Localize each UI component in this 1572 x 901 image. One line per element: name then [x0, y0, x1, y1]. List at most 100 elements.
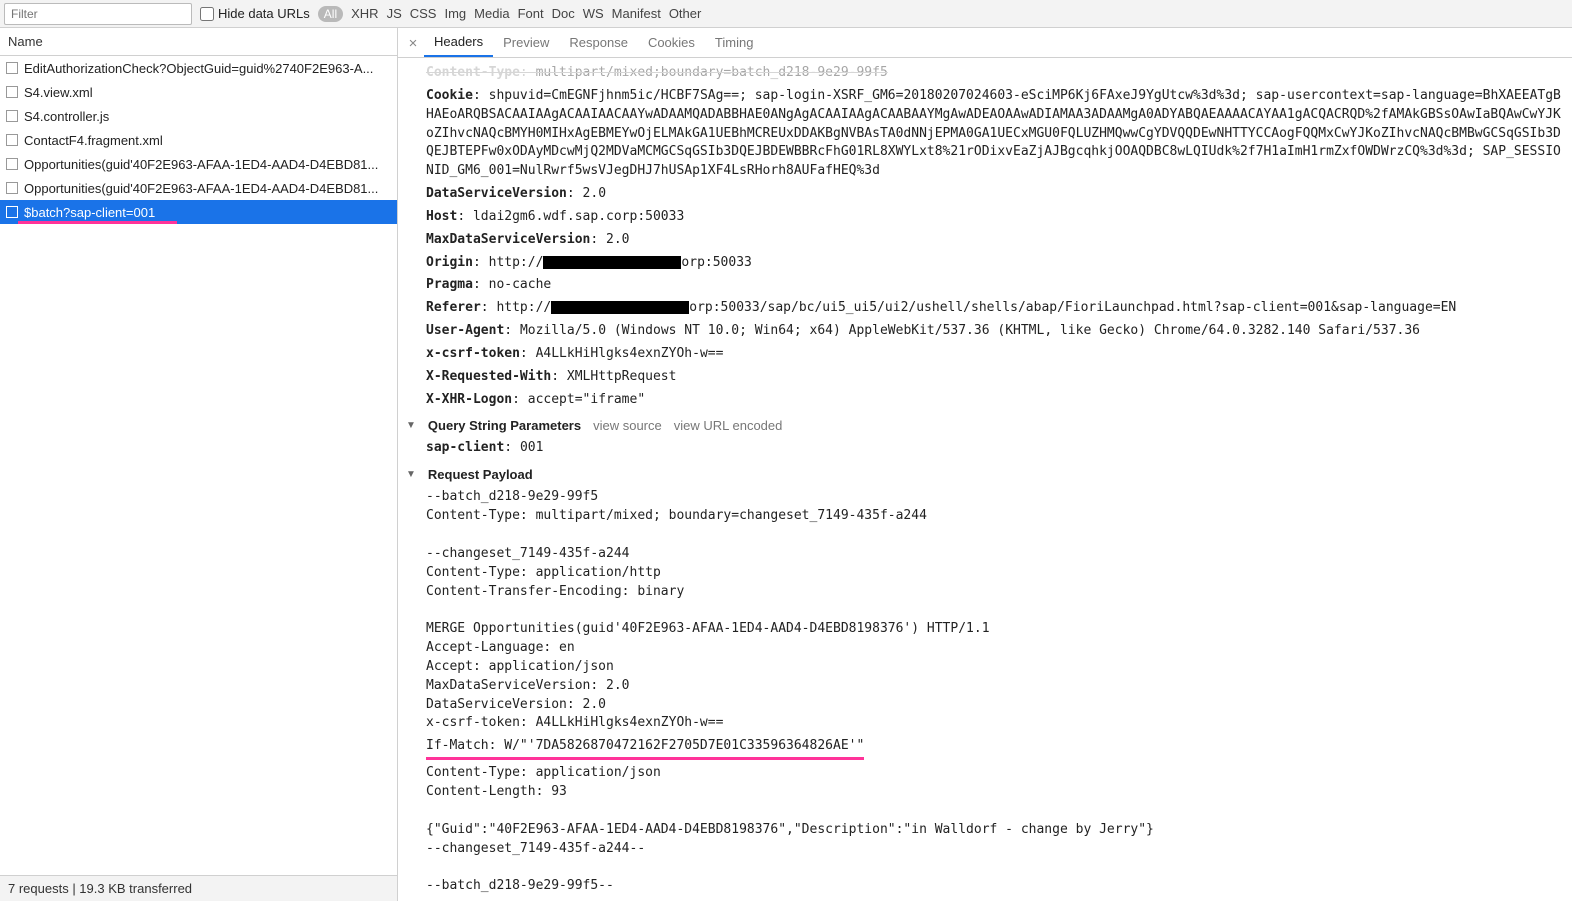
filter-ws[interactable]: WS — [583, 6, 604, 21]
filter-css[interactable]: CSS — [410, 6, 437, 21]
header-value: multipart/mixed;boundary=batch_d218-9e29… — [536, 65, 888, 80]
name-column-header[interactable]: Name — [0, 28, 397, 56]
header-key: User-Agent — [426, 323, 504, 338]
details-tabs: × Headers Preview Response Cookies Timin… — [398, 28, 1572, 58]
header-row: MaxDataServiceVersion: 2.0 — [398, 229, 1572, 252]
header-value: shpuvid=CmEGNFjhnm5ic/HCBF7SAg==; sap-lo… — [426, 88, 1561, 178]
hide-data-urls-label: Hide data URLs — [218, 6, 310, 21]
tab-preview[interactable]: Preview — [493, 29, 559, 56]
request-row[interactable]: ContactF4.fragment.xml — [0, 128, 397, 152]
document-icon — [6, 62, 18, 74]
payload-ifmatch-line: If-Match: W/"'7DA5826870472162F2705D7E01… — [398, 735, 1572, 762]
document-icon — [6, 158, 18, 170]
section-title: Request Payload — [428, 467, 533, 482]
hide-data-urls[interactable]: Hide data URLs — [200, 6, 310, 21]
request-name: Opportunities(guid'40F2E963-AFAA-1ED4-AA… — [24, 181, 378, 196]
header-value: A4LLkHiHlgks4exnZYOh-w== — [536, 346, 724, 361]
chevron-down-icon: ▼ — [406, 469, 416, 480]
request-row[interactable]: EditAuthorizationCheck?ObjectGuid=guid%2… — [0, 56, 397, 80]
filter-manifest[interactable]: Manifest — [612, 6, 661, 21]
header-key: Origin — [426, 255, 473, 270]
filter-js[interactable]: JS — [387, 6, 402, 21]
request-row[interactable]: S4.view.xml — [0, 80, 397, 104]
header-row: Origin: http://orp:50033 — [398, 252, 1572, 275]
details-panel: × Headers Preview Response Cookies Timin… — [398, 28, 1572, 901]
request-row[interactable]: S4.controller.js — [0, 104, 397, 128]
header-row: User-Agent: Mozilla/5.0 (Windows NT 10.0… — [398, 320, 1572, 343]
filter-img[interactable]: Img — [444, 6, 466, 21]
header-row: Pragma: no-cache — [398, 274, 1572, 297]
filter-all[interactable]: All — [318, 6, 343, 22]
request-name: Opportunities(guid'40F2E963-AFAA-1ED4-AA… — [24, 157, 378, 172]
document-icon — [6, 134, 18, 146]
filter-doc[interactable]: Doc — [552, 6, 575, 21]
header-value: Mozilla/5.0 (Windows NT 10.0; Win64; x64… — [520, 323, 1420, 338]
header-row: X-Requested-With: XMLHttpRequest — [398, 366, 1572, 389]
header-value: no-cache — [489, 277, 552, 292]
view-source-link[interactable]: view source — [593, 418, 662, 433]
request-row-selected[interactable]: $batch?sap-client=001 — [0, 200, 397, 224]
header-value: 2.0 — [583, 186, 606, 201]
query-string-section: ▼ Query String Parameters view source vi… — [398, 412, 1572, 462]
header-key: Content-Type — [426, 65, 520, 80]
header-row: DataServiceVersion: 2.0 — [398, 183, 1572, 206]
query-param-row: sap-client: 001 — [398, 437, 1572, 460]
filter-input[interactable] — [4, 3, 192, 25]
filter-xhr[interactable]: XHR — [351, 6, 378, 21]
header-row: Content-Type: multipart/mixed;boundary=b… — [398, 62, 1572, 85]
filter-other[interactable]: Other — [669, 6, 702, 21]
header-key: MaxDataServiceVersion — [426, 232, 590, 247]
document-icon — [6, 182, 18, 194]
network-toolbar: Hide data URLs All XHR JS CSS Img Media … — [0, 0, 1572, 28]
section-title-row[interactable]: ▼ Query String Parameters view source vi… — [398, 414, 1572, 437]
tab-cookies[interactable]: Cookies — [638, 29, 705, 56]
filter-font[interactable]: Font — [518, 6, 544, 21]
header-value: orp:50033 — [681, 255, 751, 270]
request-payload-section: ▼ Request Payload --batch_d218-9e29-99f5… — [398, 461, 1572, 900]
highlight-underline: If-Match: W/"'7DA5826870472162F2705D7E01… — [426, 737, 864, 760]
tab-timing[interactable]: Timing — [705, 29, 764, 56]
header-value: ldai2gm6.wdf.sap.corp:50033 — [473, 209, 684, 224]
request-list[interactable]: EditAuthorizationCheck?ObjectGuid=guid%2… — [0, 56, 397, 875]
filter-media[interactable]: Media — [474, 6, 509, 21]
header-key: Pragma — [426, 277, 473, 292]
header-row: Referer: http://orp:50033/sap/bc/ui5_ui5… — [398, 297, 1572, 320]
header-row: Cookie: shpuvid=CmEGNFjhnm5ic/HCBF7SAg==… — [398, 85, 1572, 183]
request-row[interactable]: Opportunities(guid'40F2E963-AFAA-1ED4-AA… — [0, 152, 397, 176]
header-key: x-csrf-token — [426, 346, 520, 361]
tab-response[interactable]: Response — [559, 29, 638, 56]
section-title: Query String Parameters — [428, 418, 581, 433]
section-title-row[interactable]: ▼ Request Payload — [398, 463, 1572, 486]
param-key: sap-client — [426, 440, 504, 455]
header-value: http:// — [489, 255, 544, 270]
status-bar: 7 requests | 19.3 KB transferred — [0, 875, 397, 901]
view-url-encoded-link[interactable]: view URL encoded — [674, 418, 783, 433]
document-icon — [6, 110, 18, 122]
main-split: Name EditAuthorizationCheck?ObjectGuid=g… — [0, 28, 1572, 901]
header-value: http:// — [496, 300, 551, 315]
hide-data-urls-checkbox[interactable] — [200, 7, 214, 21]
details-body[interactable]: Content-Type: multipart/mixed;boundary=b… — [398, 58, 1572, 901]
header-value: 2.0 — [606, 232, 629, 247]
header-key: Referer — [426, 300, 481, 315]
param-value: 001 — [520, 440, 543, 455]
request-name: S4.controller.js — [24, 109, 109, 124]
request-row[interactable]: Opportunities(guid'40F2E963-AFAA-1ED4-AA… — [0, 176, 397, 200]
close-icon[interactable]: × — [402, 34, 424, 52]
tab-headers[interactable]: Headers — [424, 28, 493, 57]
request-name: EditAuthorizationCheck?ObjectGuid=guid%2… — [24, 61, 373, 76]
payload-text: --batch_d218-9e29-99f5 Content-Type: mul… — [398, 486, 1572, 735]
header-row: x-csrf-token: A4LLkHiHlgks4exnZYOh-w== — [398, 343, 1572, 366]
highlight-underline — [18, 221, 177, 224]
document-icon — [6, 86, 18, 98]
header-key: X-XHR-Logon — [426, 392, 512, 407]
header-key: Host — [426, 209, 457, 224]
header-value: accept="iframe" — [528, 392, 645, 407]
header-key: DataServiceVersion — [426, 186, 567, 201]
header-key: Cookie — [426, 88, 473, 103]
header-value: XMLHttpRequest — [567, 369, 677, 384]
chevron-down-icon: ▼ — [406, 420, 416, 431]
header-row: Host: ldai2gm6.wdf.sap.corp:50033 — [398, 206, 1572, 229]
request-name: $batch?sap-client=001 — [24, 205, 155, 220]
request-name: S4.view.xml — [24, 85, 93, 100]
